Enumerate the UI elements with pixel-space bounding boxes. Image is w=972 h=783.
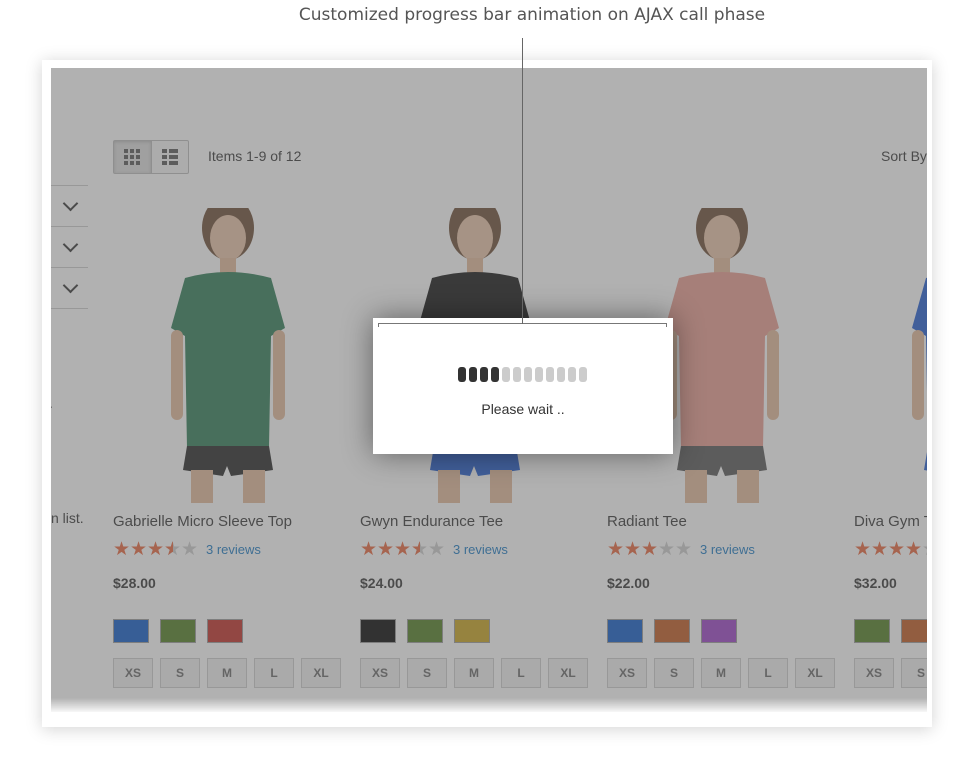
progress-segment	[469, 367, 477, 382]
progress-segment	[491, 367, 499, 382]
progress-segment	[568, 367, 576, 382]
progress-segment	[513, 367, 521, 382]
progress-segment	[535, 367, 543, 382]
progress-segment	[557, 367, 565, 382]
progress-segment	[502, 367, 510, 382]
progress-segment	[546, 367, 554, 382]
callout-line	[522, 38, 523, 324]
loading-message: Please wait ..	[481, 401, 565, 417]
annotation-caption: Customized progress bar animation on AJA…	[298, 5, 766, 25]
loading-dialog: Please wait ..	[373, 318, 673, 454]
progress-segment	[458, 367, 466, 382]
progress-segment	[524, 367, 532, 382]
progress-bar	[458, 367, 587, 382]
bottom-fade	[51, 698, 927, 712]
progress-segment	[480, 367, 488, 382]
progress-segment	[579, 367, 587, 382]
